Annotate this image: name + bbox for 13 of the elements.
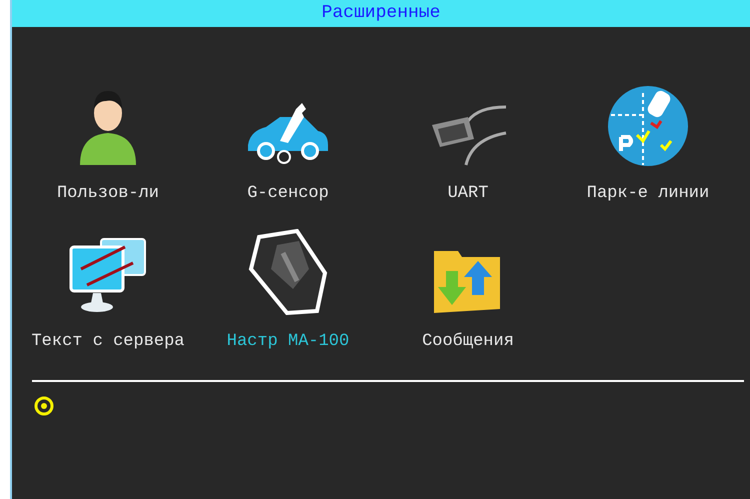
menu-item[interactable]: Сообщения: [422, 328, 514, 354]
menu-item[interactable]: Парк-е линии: [586, 181, 710, 206]
device-box-icon: [247, 228, 329, 314]
menu-item[interactable]: Настр MA-100: [226, 328, 350, 354]
window-title: Расширенные: [12, 0, 750, 27]
car-wrench-icon: [246, 101, 330, 167]
menu-item[interactable]: Пользов-ли: [56, 181, 160, 206]
parking-lines-icon: [607, 85, 689, 167]
menu-item[interactable]: UART: [448, 181, 488, 206]
menu-item[interactable]: G-сенсор: [247, 181, 329, 206]
monitors-icon: [67, 236, 149, 314]
menu-item[interactable]: Текст с сервера: [31, 328, 185, 354]
target-icon: [34, 396, 54, 416]
